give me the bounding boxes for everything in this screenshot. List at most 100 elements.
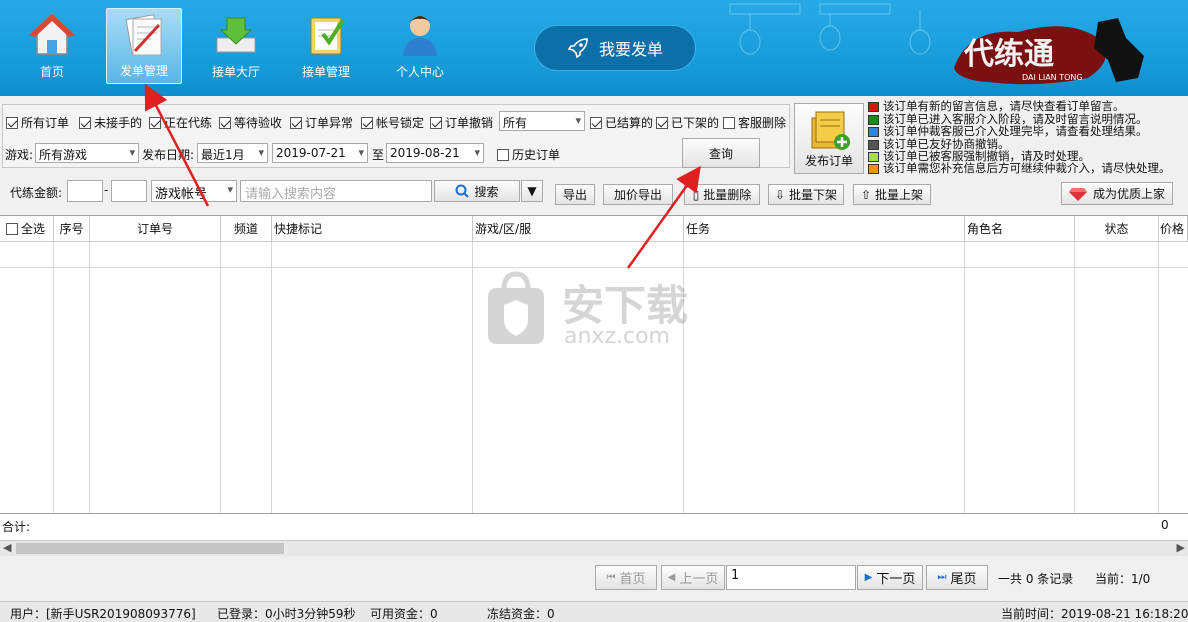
checkbox[interactable] xyxy=(723,116,735,129)
filter-in-progress[interactable]: 正在代练 xyxy=(149,114,212,131)
filter-all-orders[interactable]: 所有订单 xyxy=(6,114,69,131)
scroll-left-icon[interactable]: ◀ xyxy=(3,541,11,554)
checkbox[interactable] xyxy=(656,116,668,129)
page-number-input[interactable]: 1 xyxy=(726,565,856,590)
filter-unaccepted[interactable]: 未接手的 xyxy=(79,114,142,131)
filter-account-locked[interactable]: 帐号锁定 xyxy=(361,114,424,131)
watermark-subtext: anxz.com xyxy=(564,324,670,349)
nav-user-center-button[interactable]: 个人中心 xyxy=(382,8,458,84)
send-order-label: 我要发单 xyxy=(598,40,663,59)
filter-awaiting-check[interactable]: 等待验收 xyxy=(219,114,282,131)
select-all-label: 全选 xyxy=(21,222,46,236)
nav-user-center-label: 个人中心 xyxy=(395,65,444,79)
column-header-status[interactable]: 状态 xyxy=(1075,216,1159,242)
scroll-right-icon[interactable]: ▶ xyxy=(1177,541,1185,554)
legend-swatch xyxy=(868,101,879,112)
filter-order-exception[interactable]: 订单异常 xyxy=(290,114,353,131)
date-from-picker[interactable]: 2019-07-21 xyxy=(272,143,368,163)
price-export-button[interactable]: 加价导出 xyxy=(603,184,673,205)
game-select[interactable]: 所有游戏 xyxy=(35,143,139,163)
checkbox[interactable] xyxy=(79,116,91,129)
column-header-price[interactable]: 价格 xyxy=(1159,216,1188,242)
batch-delete-label: 批量删除 xyxy=(703,188,752,202)
filter-label: 已结算的 xyxy=(605,116,654,130)
checkbox[interactable] xyxy=(290,116,302,129)
filter-offshelf[interactable]: 已下架的 xyxy=(656,114,719,131)
search-button[interactable]: 搜索 xyxy=(434,180,520,202)
prev-page-button[interactable]: ◀ 上一页 xyxy=(661,565,725,590)
column-header-quick-mark[interactable]: 快捷标记 xyxy=(272,216,473,242)
batch-onshelf-label: 批量上架 xyxy=(875,188,924,202)
column-header-role-name[interactable]: 角色名 xyxy=(965,216,1075,242)
amount-max-input[interactable] xyxy=(111,180,147,202)
orders-table: 全选 序号 订单号 频道 快捷标记 游戏/区/服 任务 角色名 状态 价格 合计… xyxy=(0,215,1188,541)
filter-order-revoked[interactable]: 订单撤销 xyxy=(430,114,493,131)
legend-swatch xyxy=(868,163,879,174)
batch-onshelf-button[interactable]: ⇧ 批量上架 xyxy=(853,184,931,205)
publish-order-button[interactable]: 发布订单 xyxy=(794,103,864,174)
search-dropdown-button[interactable]: ▼ xyxy=(521,180,543,202)
current-page-indicator: 当前：1/0 xyxy=(1095,572,1151,586)
filter-label: 未接手的 xyxy=(94,116,143,130)
nav-order-hall-button[interactable]: 接单大厅 xyxy=(198,8,274,84)
column-header-task[interactable]: 任务 xyxy=(684,216,965,242)
amount-min-input[interactable] xyxy=(67,180,103,202)
lantern-decoration xyxy=(729,3,931,55)
nav-order-manage-label: 发单管理 xyxy=(119,64,168,78)
logo-text: 代练通 xyxy=(963,37,1054,72)
dailiantong-logo: 代练通 DAI LIAN TONG xyxy=(948,8,1158,92)
checkbox[interactable] xyxy=(149,116,161,129)
nav-accept-manage-button[interactable]: 接单管理 xyxy=(288,8,364,84)
search-input[interactable]: 请输入搜索内容 xyxy=(240,180,432,202)
last-page-button[interactable]: ⏭ 尾页 xyxy=(926,565,988,590)
watermark-bag-icon xyxy=(488,271,544,344)
filter-settled[interactable]: 已结算的 xyxy=(590,114,653,131)
nav-home-label: 首页 xyxy=(39,65,64,79)
status-select[interactable]: 所有 xyxy=(499,111,585,131)
export-button[interactable]: 导出 xyxy=(555,184,595,205)
history-orders-checkbox[interactable]: 历史订单 xyxy=(497,146,560,163)
select-all-checkbox[interactable] xyxy=(6,222,18,235)
query-button[interactable]: 查询 xyxy=(682,138,760,168)
status-available-funds: 可用资金：0 xyxy=(370,607,438,621)
checkbox[interactable] xyxy=(430,116,442,129)
chevron-down-icon: ▼ xyxy=(527,184,537,198)
checkbox[interactable] xyxy=(219,116,231,129)
column-header-channel[interactable]: 频道 xyxy=(221,216,272,242)
filter-label: 正在代练 xyxy=(164,116,213,130)
batch-offshelf-button[interactable]: ⇩ 批量下架 xyxy=(768,184,844,205)
select-all-header[interactable]: 全选 xyxy=(0,216,54,242)
filter-service-deleted[interactable]: 客服删除 xyxy=(723,114,786,131)
column-header-index[interactable]: 序号 xyxy=(54,216,90,242)
next-page-button[interactable]: ▶ 下一页 xyxy=(857,565,923,590)
checkbox[interactable] xyxy=(6,116,18,129)
checkbox[interactable] xyxy=(361,116,373,129)
checkbox[interactable] xyxy=(590,116,602,129)
become-premium-button[interactable]: 成为优质上家 xyxy=(1061,182,1173,205)
status-frozen-funds: 冻结资金：0 xyxy=(487,607,555,621)
nav-order-manage-button[interactable]: 发单管理 xyxy=(106,8,182,84)
column-header-order-number[interactable]: 订单号 xyxy=(90,216,221,242)
date-to-picker[interactable]: 2019-08-21 xyxy=(386,143,484,163)
first-page-button[interactable]: ⏮ 首页 xyxy=(595,565,657,590)
user-icon xyxy=(403,16,437,56)
scroll-thumb[interactable] xyxy=(16,543,284,554)
legend-item: 该订单仲裁客服已介入处理完毕，请查看处理结果。 xyxy=(868,125,1148,137)
checkbox[interactable] xyxy=(497,148,509,161)
batch-delete-button[interactable]: ▯ 批量删除 xyxy=(684,184,760,205)
legend-swatch xyxy=(868,151,879,162)
horizontal-scrollbar[interactable]: ◀ ▶ xyxy=(0,540,1188,556)
date-range-select[interactable]: 最近1月 xyxy=(197,143,268,163)
logo-subtext: DAI LIAN TONG xyxy=(1022,73,1083,82)
gem-icon xyxy=(1068,187,1087,201)
search-field-select[interactable]: 游戏帐号 xyxy=(151,180,237,202)
date-label: 发布日期: xyxy=(142,148,195,162)
amount-label: 代练金额: xyxy=(10,186,63,200)
game-label: 游戏: xyxy=(5,148,34,162)
accept-manage-icon xyxy=(310,17,345,55)
column-header-game-server[interactable]: 游戏/区/服 xyxy=(473,216,684,242)
nav-home-button[interactable]: 首页 xyxy=(14,8,90,84)
delete-icon: ▯ xyxy=(692,187,700,202)
to-label: 至 xyxy=(372,148,385,162)
send-order-button[interactable]: 我要发单 xyxy=(534,25,696,71)
